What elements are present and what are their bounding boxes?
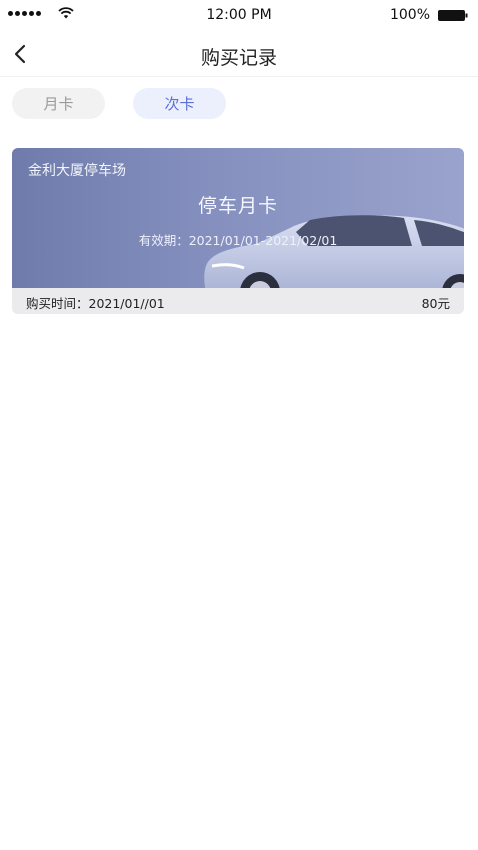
page-title: 购买记录 (200, 47, 277, 69)
parking-lot-name: 金利大厦停车场 (28, 163, 126, 179)
tab-monthly-card[interactable]: 月卡 (12, 88, 105, 119)
battery-icon (438, 10, 468, 21)
tab-pass-card[interactable]: 次卡 (133, 88, 226, 119)
status-bar: 12:00 PM 100% (0, 0, 478, 32)
purchase-time: 购买时间：2021/01//01 (26, 296, 165, 311)
battery-percent: 100% (389, 7, 430, 23)
card-banner: 金利大厦停车场 停车月卡 有效期：2021/01/01-2021/02/01 (12, 148, 464, 288)
tab-bar: 月卡 次卡 (12, 88, 226, 119)
nav-bar: 购买记录 (0, 32, 478, 77)
validity-period: 有效期：2021/01/01-2021/02/01 (138, 233, 338, 248)
purchase-record-card[interactable]: 金利大厦停车场 停车月卡 有效期：2021/01/01-2021/02/01 购… (12, 148, 464, 314)
price: 80元 (421, 296, 450, 311)
card-type: 停车月卡 (197, 195, 278, 217)
card-footer: 购买时间：2021/01//01 80元 (12, 288, 464, 314)
